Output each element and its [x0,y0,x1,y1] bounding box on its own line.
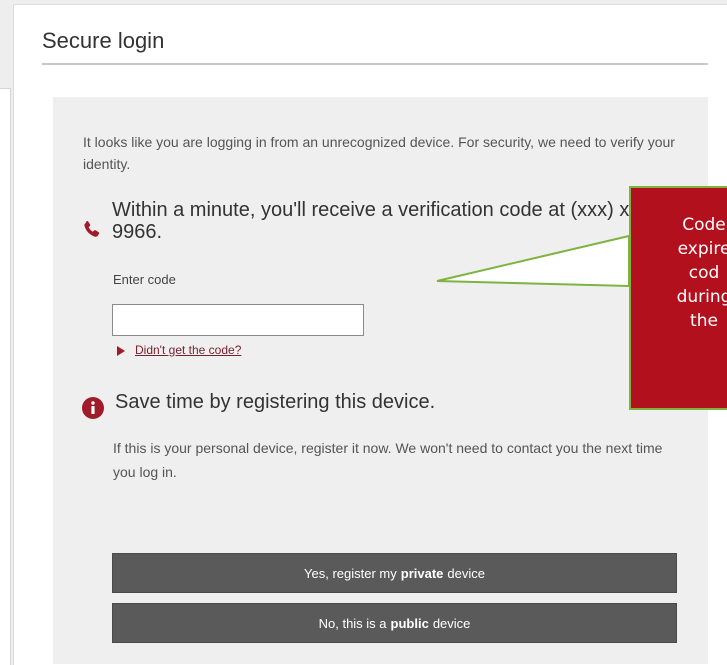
phone-icon [84,220,100,237]
button-text-pre: No, this is a [318,615,387,631]
annotation-text: Code expire cod during the [676,215,727,331]
caret-right-icon [117,346,125,356]
didnt-get-code-link[interactable]: Didn't get the code? [135,343,241,357]
public-device-button[interactable]: No, this is a public device [112,603,677,643]
info-icon [82,397,104,419]
verification-heading: Within a minute, you'll receive a verifi… [112,199,657,243]
page-title: Secure login [42,28,708,65]
save-time-heading: Save time by registering this device. [115,391,436,413]
enter-code-label: Enter code [113,272,176,287]
intro-text: It looks like you are logging in from an… [83,134,675,172]
button-text-bold: private [400,565,444,581]
button-text-post: device [432,615,471,631]
button-text-pre: Yes, register my [304,565,397,581]
annotation-callout: Code expire cod during the [629,186,727,410]
save-time-text: If this is your personal device, registe… [113,440,663,480]
button-text-bold: public [390,615,429,631]
register-private-device-button[interactable]: Yes, register my private device [112,553,677,593]
left-background-panel [0,88,11,665]
code-input[interactable] [112,304,364,336]
button-text-post: device [447,565,485,581]
